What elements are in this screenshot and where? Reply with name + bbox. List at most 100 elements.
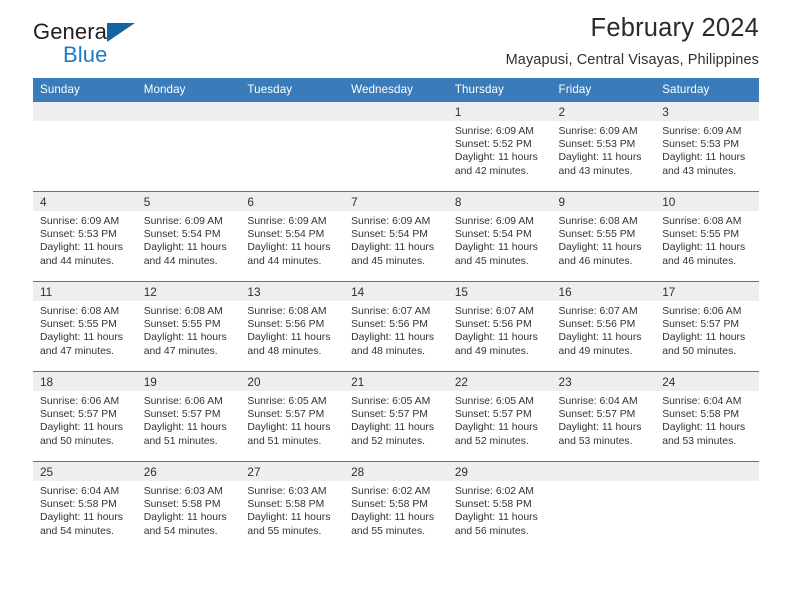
daylight-text-line1: Daylight: 11 hours [40, 422, 123, 434]
calendar-day-cell[interactable]: 3 Sunrise: 6:09 AM Sunset: 5:53 PM Daylight… [655, 101, 759, 192]
sunset-text: Sunset: 5:54 PM [454, 229, 532, 241]
calendar-day-cell[interactable]: 17 Sunrise: 6:06 AM Sunset: 5:57 PM Dayligh… [655, 281, 759, 372]
calendar-day-cell[interactable]: 12 Sunrise: 6:08 AM Sunset: 5:55 PM Dayligh… [136, 281, 241, 372]
calendar-day-cell[interactable]: 13 Sunrise: 6:08 AM Sunset: 5:56 PM Dayligh… [240, 281, 345, 372]
day-details: Sunrise: 6:08 AM Sunset: 5:55 PM Daylight:… [33, 301, 137, 358]
daylight-text-line2: and 55 minutes. [351, 525, 426, 537]
weekday-header-wednesday: Wednesday [344, 78, 448, 102]
calendar-day-cell[interactable]: 5 Sunrise: 6:09 AM Sunset: 5:54 PM Daylight… [136, 191, 241, 282]
sunrise-text: Sunrise: 6:09 AM [558, 126, 638, 137]
day-number: 8 [447, 192, 552, 211]
day-number: 6 [240, 192, 345, 211]
brand-logo[interactable]: General Blue [33, 21, 173, 69]
sunset-text: Sunset: 5:57 PM [247, 409, 325, 421]
calendar-day-cell[interactable]: 26 Sunrise: 6:03 AM Sunset: 5:58 PM Dayligh… [136, 461, 241, 552]
calendar-week-row: 1 Sunrise: 6:09 AM Sunset: 5:52 PM Daylight… [33, 101, 759, 192]
day-number: 26 [136, 462, 241, 481]
triangle-icon [107, 23, 135, 42]
calendar-day-cell[interactable]: 4 Sunrise: 6:09 AM Sunset: 5:53 PM Daylight… [33, 191, 137, 282]
day-details: Sunrise: 6:04 AM Sunset: 5:58 PM Daylight:… [655, 391, 759, 448]
sunrise-text: Sunrise: 6:09 AM [40, 216, 120, 227]
calendar-cell-empty [33, 101, 137, 192]
day-details: Sunrise: 6:07 AM Sunset: 5:56 PM Daylight:… [552, 301, 656, 358]
day-details: Sunrise: 6:05 AM Sunset: 5:57 PM Daylight:… [344, 391, 448, 448]
calendar-body: 1 Sunrise: 6:09 AM Sunset: 5:52 PM Daylight… [33, 101, 759, 552]
daylight-text-line1: Daylight: 11 hours [454, 512, 538, 524]
day-number: 3 [655, 102, 759, 121]
sunset-text: Sunset: 5:54 PM [143, 229, 221, 241]
daylight-text-line2: and 44 minutes. [143, 255, 218, 267]
calendar-day-cell[interactable]: 19 Sunrise: 6:06 AM Sunset: 5:57 PM Dayligh… [136, 371, 241, 462]
calendar-day-cell[interactable]: 15 Sunrise: 6:07 AM Sunset: 5:56 PM Dayligh… [447, 281, 552, 372]
calendar-day-cell[interactable]: 7 Sunrise: 6:09 AM Sunset: 5:54 PM Daylight… [344, 191, 448, 282]
sunset-text: Sunset: 5:56 PM [454, 319, 532, 331]
day-number: 24 [655, 372, 759, 391]
sunrise-text: Sunrise: 6:08 AM [40, 306, 120, 317]
sunrise-text: Sunrise: 6:08 AM [558, 216, 638, 227]
sunrise-text: Sunrise: 6:02 AM [351, 486, 431, 497]
day-number: 2 [551, 102, 656, 121]
calendar-day-cell[interactable]: 11 Sunrise: 6:08 AM Sunset: 5:55 PM Dayligh… [33, 281, 137, 372]
day-details: Sunrise: 6:08 AM Sunset: 5:55 PM Daylight:… [655, 211, 759, 268]
calendar-day-cell[interactable]: 22 Sunrise: 6:05 AM Sunset: 5:57 PM Dayligh… [447, 371, 552, 462]
daylight-text-line2: and 52 minutes. [454, 435, 529, 447]
calendar-day-cell[interactable]: 10 Sunrise: 6:08 AM Sunset: 5:55 PM Dayligh… [655, 191, 759, 282]
sunrise-text: Sunrise: 6:06 AM [662, 306, 742, 317]
day-number: 27 [240, 462, 345, 481]
calendar-day-cell[interactable]: 23 Sunrise: 6:04 AM Sunset: 5:57 PM Dayligh… [551, 371, 656, 462]
day-details: Sunrise: 6:05 AM Sunset: 5:57 PM Daylight:… [448, 391, 552, 448]
daylight-text-line1: Daylight: 11 hours [351, 242, 435, 254]
sunset-text: Sunset: 5:54 PM [247, 229, 325, 241]
calendar-day-cell[interactable]: 9 Sunrise: 6:08 AM Sunset: 5:55 PM Daylight… [551, 191, 656, 282]
daylight-text-line2: and 48 minutes. [247, 345, 322, 357]
calendar-day-cell[interactable]: 24 Sunrise: 6:04 AM Sunset: 5:58 PM Dayligh… [655, 371, 759, 462]
calendar-week-row: 11 Sunrise: 6:08 AM Sunset: 5:55 PM Dayligh… [33, 281, 759, 372]
calendar-day-cell[interactable]: 14 Sunrise: 6:07 AM Sunset: 5:56 PM Dayligh… [344, 281, 448, 372]
brand-name-general: General [33, 19, 112, 44]
sunrise-text: Sunrise: 6:02 AM [454, 486, 534, 497]
sunset-text: Sunset: 5:53 PM [558, 139, 636, 151]
calendar-day-cell[interactable]: 1 Sunrise: 6:09 AM Sunset: 5:52 PM Daylight… [447, 101, 552, 192]
sunset-text: Sunset: 5:58 PM [40, 499, 117, 511]
day-number: 7 [344, 192, 448, 211]
sunset-text: Sunset: 5:58 PM [143, 499, 221, 511]
daylight-text-line2: and 45 minutes. [351, 255, 426, 267]
calendar-day-cell[interactable]: 27 Sunrise: 6:03 AM Sunset: 5:58 PM Dayligh… [240, 461, 345, 552]
daylight-text-line1: Daylight: 11 hours [143, 512, 227, 524]
daylight-text-line1: Daylight: 11 hours [558, 332, 642, 344]
day-details: Sunrise: 6:02 AM Sunset: 5:58 PM Daylight:… [448, 481, 552, 538]
sunset-text: Sunset: 5:53 PM [662, 139, 740, 151]
sunset-text: Sunset: 5:55 PM [662, 229, 740, 241]
daylight-text-line1: Daylight: 11 hours [247, 512, 331, 524]
day-details: Sunrise: 6:06 AM Sunset: 5:57 PM Daylight:… [655, 301, 759, 358]
calendar-day-cell[interactable]: 28 Sunrise: 6:02 AM Sunset: 5:58 PM Dayligh… [344, 461, 448, 552]
weekday-header-row: Sunday Monday Tuesday Wednesday Thursday… [33, 78, 759, 102]
calendar-day-cell[interactable]: 18 Sunrise: 6:06 AM Sunset: 5:57 PM Dayligh… [33, 371, 137, 462]
sunrise-text: Sunrise: 6:09 AM [247, 216, 327, 227]
day-number: 25 [33, 462, 137, 481]
calendar-day-cell[interactable]: 29 Sunrise: 6:02 AM Sunset: 5:58 PM Dayligh… [447, 461, 552, 552]
day-details: Sunrise: 6:07 AM Sunset: 5:56 PM Daylight:… [344, 301, 448, 358]
calendar-day-cell[interactable]: 20 Sunrise: 6:05 AM Sunset: 5:57 PM Dayligh… [240, 371, 345, 462]
day-number [240, 102, 345, 121]
daylight-text-line1: Daylight: 11 hours [558, 422, 642, 434]
calendar-day-cell[interactable]: 2 Sunrise: 6:09 AM Sunset: 5:53 PM Daylight… [551, 101, 656, 192]
daylight-text-line2: and 54 minutes. [143, 525, 218, 537]
day-details: Sunrise: 6:04 AM Sunset: 5:57 PM Daylight:… [552, 391, 656, 448]
daylight-text-line1: Daylight: 11 hours [247, 422, 331, 434]
calendar-day-cell[interactable]: 8 Sunrise: 6:09 AM Sunset: 5:54 PM Daylight… [447, 191, 552, 282]
sunset-text: Sunset: 5:58 PM [454, 499, 532, 511]
daylight-text-line1: Daylight: 11 hours [143, 422, 227, 434]
sunrise-text: Sunrise: 6:04 AM [558, 396, 638, 407]
day-number: 19 [136, 372, 241, 391]
daylight-text-line2: and 42 minutes. [454, 165, 529, 177]
calendar-day-cell[interactable]: 21 Sunrise: 6:05 AM Sunset: 5:57 PM Dayligh… [344, 371, 448, 462]
day-number: 15 [447, 282, 552, 301]
day-details: Sunrise: 6:06 AM Sunset: 5:57 PM Daylight:… [33, 391, 137, 448]
calendar-day-cell[interactable]: 25 Sunrise: 6:04 AM Sunset: 5:58 PM Dayligh… [33, 461, 137, 552]
calendar-day-cell[interactable]: 6 Sunrise: 6:09 AM Sunset: 5:54 PM Daylight… [240, 191, 345, 282]
calendar-day-cell[interactable]: 16 Sunrise: 6:07 AM Sunset: 5:56 PM Dayligh… [551, 281, 656, 372]
sunset-text: Sunset: 5:55 PM [40, 319, 117, 331]
weekday-header-saturday: Saturday [655, 78, 759, 102]
daylight-text-line1: Daylight: 11 hours [351, 332, 435, 344]
